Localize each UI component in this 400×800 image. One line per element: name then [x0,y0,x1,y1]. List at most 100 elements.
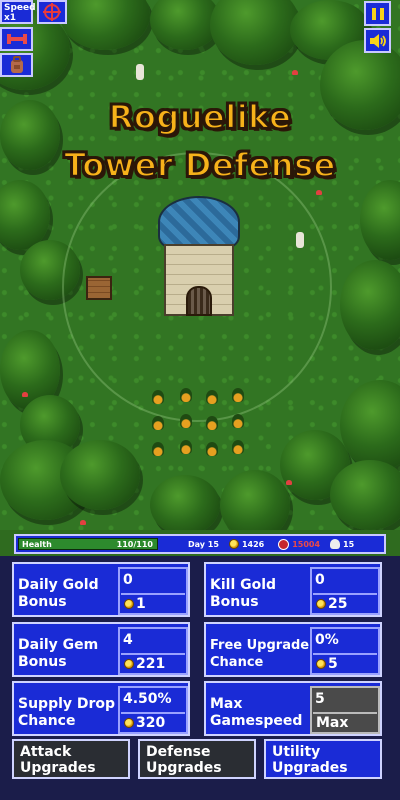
pause-button[interactable] [364,1,391,26]
defense-plant [180,388,192,402]
mushroom [286,480,292,485]
tree [60,0,150,50]
upgrade-value: 4.50% [123,691,172,707]
upgrade-card-supply-drop[interactable]: Supply Drop Chance 4.50% 320 [12,681,190,736]
upgrade-card-daily-gold[interactable]: Daily Gold Bonus 0 1 [12,562,190,617]
upgrade-cost-button[interactable]: 1 [121,593,185,613]
game-title-line1: Roguelike [108,97,292,137]
defense-plant [206,390,218,404]
gem-counter: 15004 [278,538,321,550]
gold-coin-icon [316,659,326,669]
upgrade-name: Max Gamespeed [210,696,303,729]
upgrade-cost-button[interactable]: 320 [121,712,185,732]
pause-icon [371,7,384,20]
tree [340,260,400,350]
tree [60,440,140,510]
mushroom [22,392,28,397]
upgrade-value-box: 4.50% 320 [118,686,188,734]
target-button[interactable] [37,0,67,24]
upgrade-value-box: 0 25 [310,567,380,615]
tab-utility-upgrades[interactable]: Utility Upgrades [264,739,382,779]
tower-roof [158,196,240,248]
supply-crate[interactable] [86,276,112,300]
tree [210,0,300,65]
player-tower[interactable] [158,196,240,320]
defense-plant [180,414,192,428]
gem-value: 15004 [292,539,321,549]
tree [0,180,50,250]
game-title-line2: Tower Defense [63,145,336,185]
upgrade-cost-button[interactable]: 5 [313,653,377,673]
crosshair-icon [43,3,61,21]
gold-coin-icon [124,599,134,609]
defense-plant [152,416,164,430]
tab-defense-upgrades[interactable]: Defense Upgrades [138,739,256,779]
status-bar: Health 110/110 Day 15 1426 15004 15 [14,534,386,554]
gold-coin-icon [124,659,134,669]
gold-counter: 1426 [228,539,265,549]
defense-plant [232,388,244,402]
gold-coin-icon [228,539,239,549]
defense-plant [206,442,218,456]
upgrade-card-kill-gold[interactable]: Kill Gold Bonus 0 25 [204,562,382,617]
upgrade-value-box: 4 221 [118,627,188,675]
speaker-icon [369,33,386,48]
skeleton-enemy [296,232,304,248]
upgrade-value: 0 [315,572,325,588]
gem-icon [278,538,290,550]
skull-icon [330,539,341,549]
upgrade-card-daily-gem[interactable]: Daily Gem Bonus 4 221 [12,622,190,677]
bone-icon [6,34,27,44]
upgrade-card-max-gamespeed[interactable]: Max Gamespeed 5 Max [204,681,382,736]
day-counter: Day 15 [188,540,219,549]
health-label: Health [22,540,52,549]
upgrade-cost-button[interactable]: 25 [313,593,377,613]
tree [220,470,290,530]
defense-plant [180,440,192,454]
defense-plant [232,440,244,454]
upgrade-maxed-label: Max [313,712,377,732]
upgrade-name: Supply Drop Chance [18,696,116,729]
kill-value: 15 [343,539,355,549]
gold-coin-icon [316,599,326,609]
tab-attack-upgrades[interactable]: Attack Upgrades [12,739,130,779]
upgrade-name: Daily Gem Bonus [18,637,99,670]
upgrade-value: 0% [315,632,339,648]
defense-plant [206,416,218,430]
upgrade-cost-button[interactable]: 221 [121,653,185,673]
tower-gate [186,286,212,316]
upgrade-value: 5 [315,691,325,707]
upgrade-name: Free Upgrade Chance [210,638,310,670]
tree [360,180,400,260]
defense-plant [232,414,244,428]
health-value: 110/110 [116,540,153,549]
upgrade-value: 0 [123,572,133,588]
upgrade-value-box: 0% 5 [310,627,380,675]
inventory-button[interactable] [0,53,33,77]
bone-button[interactable] [0,27,33,51]
gold-value: 1426 [241,539,265,549]
sound-button[interactable] [364,28,391,53]
game-field[interactable]: Roguelike Tower Defense [0,0,400,530]
tree [150,475,220,530]
upgrade-name: Kill Gold Bonus [210,577,277,610]
mushroom [292,70,298,75]
speed-value: x1 [4,13,17,23]
day-value: Day 15 [188,539,219,549]
mushroom [80,520,86,525]
skeleton-enemy [136,64,144,80]
upgrade-value-box: 5 Max [310,686,380,734]
tree [330,460,400,530]
defense-plant [152,442,164,456]
gold-coin-icon [124,718,134,728]
upgrade-value-box: 0 1 [118,567,188,615]
backpack-icon [10,56,23,73]
speed-label: Speed [4,3,36,13]
upgrade-value: 4 [123,632,133,648]
speed-button[interactable]: Speed x1 [0,0,36,24]
mushroom [316,190,322,195]
upgrade-card-free-upgrade[interactable]: Free Upgrade Chance 0% 5 [204,622,382,677]
health-bar: Health 110/110 [18,538,158,550]
upgrade-name: Daily Gold Bonus [18,577,99,610]
kill-counter: 15 [330,539,354,549]
